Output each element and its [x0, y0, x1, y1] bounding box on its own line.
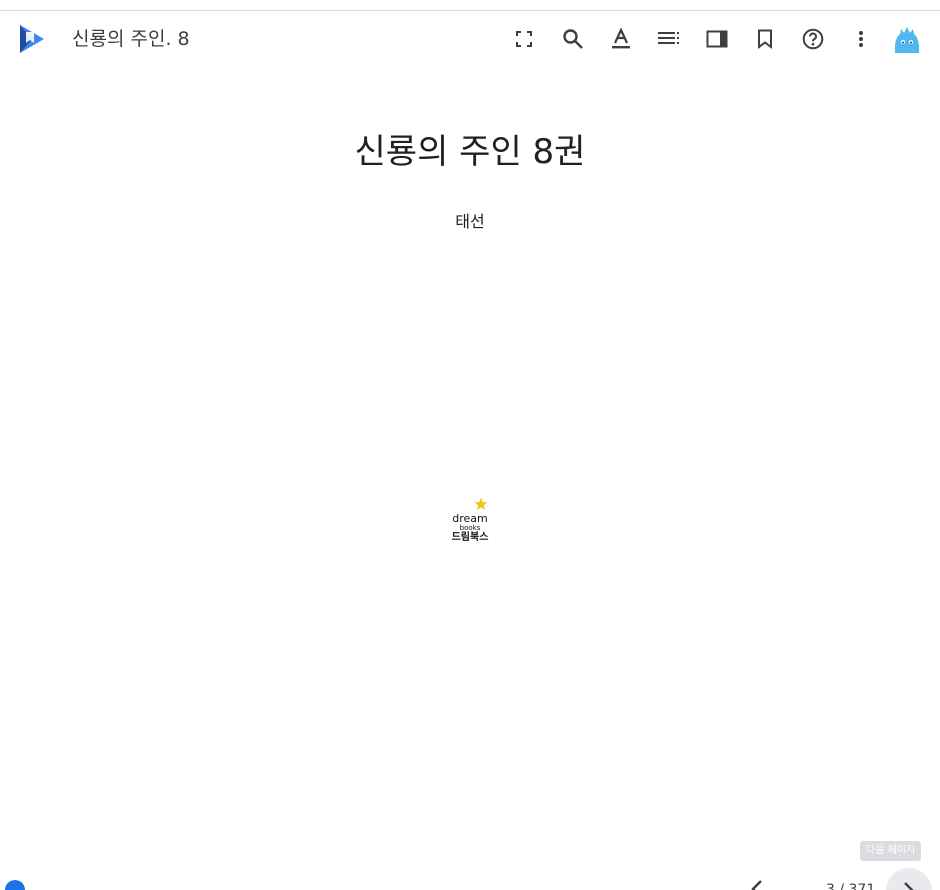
reader-page: 신룡의 주인. 8 신룡의 주인 8권 태선 dream books 드림북스 …: [0, 0, 940, 890]
chevron-right-icon: [904, 882, 914, 890]
publisher-name-en-sub: books: [459, 524, 481, 532]
account-avatar[interactable]: [892, 25, 922, 55]
book-page-author: 태선: [455, 212, 485, 231]
publisher-name-ko: 드림북스: [451, 532, 489, 543]
search-icon[interactable]: [557, 23, 589, 55]
book-title: 신룡의 주인. 8: [72, 28, 190, 50]
text-format-icon[interactable]: [605, 23, 637, 55]
bookmark-icon[interactable]: [749, 23, 781, 55]
publisher-logo: dream books 드림북스: [449, 497, 491, 545]
page-indicator: 3 / 371: [826, 882, 876, 890]
play-books-logo-icon[interactable]: [16, 23, 48, 55]
help-icon[interactable]: [797, 23, 829, 55]
fullscreen-icon[interactable]: [508, 23, 540, 55]
chevron-left-icon: [751, 880, 762, 890]
progress-slider-handle[interactable]: [5, 880, 25, 890]
prev-page-button[interactable]: [744, 876, 770, 890]
next-page-button[interactable]: [886, 868, 932, 890]
next-page-tooltip: 다음 페이지: [860, 841, 922, 861]
contents-icon[interactable]: [653, 23, 685, 55]
more-vert-icon[interactable]: [845, 23, 877, 55]
star-icon: [474, 497, 488, 510]
app-bar: 신룡의 주인. 8: [0, 11, 940, 67]
book-page-title: 신룡의 주인 8권: [354, 132, 586, 172]
reading-mode-icon[interactable]: [701, 23, 733, 55]
publisher-name-en: dream: [452, 512, 488, 525]
